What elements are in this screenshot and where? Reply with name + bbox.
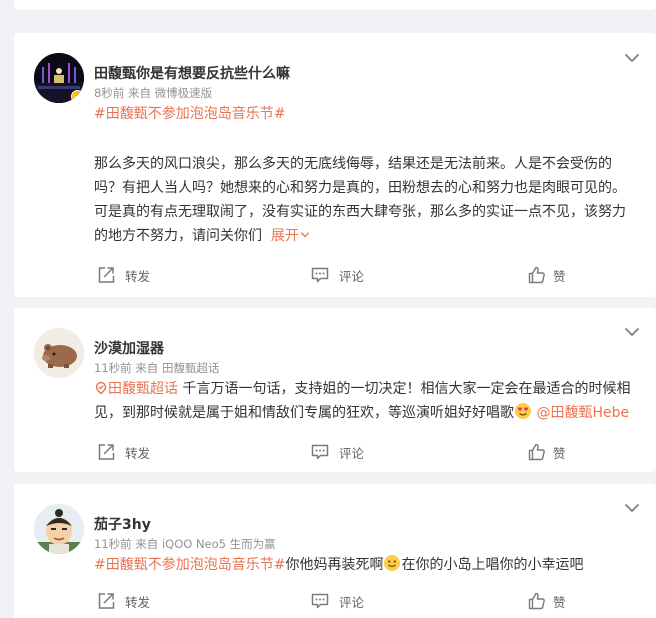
comment-icon (310, 442, 330, 462)
post-body: 那么多天的风口浪尖，那么多天的无底线侮辱，结果还是无法前来。人是不会受伤的吗？有… (94, 152, 634, 248)
verified-icon (71, 90, 84, 103)
post-source: iQOO Neo5 生而为赢 (161, 537, 276, 551)
like-icon (527, 265, 547, 285)
author-name[interactable]: 田馥甄你是有想要反抗些什么嘛 (94, 63, 290, 83)
comment-label: 评论 (339, 594, 365, 610)
expand-label: 展开 (270, 228, 299, 244)
avatar-image (34, 504, 84, 554)
comment-label: 评论 (339, 445, 365, 461)
chevron-down-icon[interactable] (624, 52, 640, 64)
post-body-text-b: 在你的小岛上唱你的小幸运吧 (401, 557, 584, 573)
mention-link[interactable]: @田馥甄Hebe (536, 405, 629, 421)
post-card: 茄子3hy 11秒前 来自 iQOO Neo5 生而为赢 #田馥甄不参加泡泡岛音… (14, 484, 656, 618)
expand-link[interactable]: 展开 (262, 228, 311, 244)
source-prefix: 来自 (127, 86, 151, 100)
post-body-text: 那么多天的风口浪尖，那么多天的无底线侮辱，结果还是无法前来。人是不会受伤的吗？有… (94, 156, 626, 244)
post-source: 微博极速版 (154, 86, 213, 100)
heart-eyes-emoji-icon (515, 403, 531, 419)
post-action-bar: 转发 评论 (14, 0, 656, 1)
post-time[interactable]: 8秒前 (94, 86, 124, 100)
share-button[interactable]: 转发 (96, 263, 150, 287)
post-meta: 11秒前 来自 iQOO Neo5 生而为赢 (94, 536, 276, 552)
like-button[interactable]: 赞 (527, 589, 566, 613)
supertopic-link[interactable]: 田馥甄超话 (94, 381, 178, 397)
source-prefix: 来自 (135, 361, 159, 375)
like-button[interactable]: 赞 (527, 440, 566, 464)
chevron-down-icon[interactable] (624, 326, 640, 338)
comment-label: 评论 (339, 268, 365, 284)
author-name[interactable]: 沙漠加湿器 (94, 338, 164, 358)
share-label: 转发 (125, 445, 151, 461)
post-topic: #田馥甄不参加泡泡岛音乐节# (94, 102, 634, 126)
comment-icon (310, 591, 330, 611)
topic-tag[interactable]: #田馥甄不参加泡泡岛音乐节# (94, 557, 285, 573)
like-button[interactable]: 赞 (527, 263, 566, 287)
avatar-image (34, 328, 84, 378)
comment-button[interactable]: 评论 (310, 0, 364, 1)
post-body-text-a: 你他妈再装死啊 (285, 557, 384, 573)
source-prefix: 来自 (135, 537, 159, 551)
like-label: 赞 (553, 445, 566, 461)
like-icon (527, 442, 547, 462)
topic-tag[interactable]: #田馥甄不参加泡泡岛音乐节# (94, 106, 285, 122)
share-button[interactable]: 转发 (96, 589, 150, 613)
share-icon (96, 442, 116, 462)
share-button[interactable]: 转发 (96, 0, 150, 1)
chevron-down-icon[interactable] (624, 502, 640, 514)
post-card: 沙漠加湿器 11秒前 来自 田馥甄超话 田馥甄超话 千言万语一句话，支持姐的一切… (14, 308, 656, 472)
previous-post-card: 转发 评论 (14, 0, 656, 10)
comment-button[interactable]: 评论 (310, 440, 364, 464)
post-body: 田馥甄超话 千言万语一句话，支持姐的一切决定！相信大家一定会在最适合的时候相见，… (94, 377, 634, 425)
expand-chevron-icon (300, 232, 310, 238)
post-body: #田馥甄不参加泡泡岛音乐节#你他妈再装死啊 在你的小岛上唱你的小幸运吧 (94, 553, 634, 577)
avatar[interactable] (34, 53, 84, 103)
post-meta: 8秒前 来自 微博极速版 (94, 85, 212, 101)
share-button[interactable]: 转发 (96, 440, 150, 464)
share-label: 转发 (125, 268, 151, 284)
post-source: 田馥甄超话 (161, 361, 220, 375)
avatar[interactable] (34, 504, 84, 554)
post-card: 田馥甄你是有想要反抗些什么嘛 8秒前 来自 微博极速版 #田馥甄不参加泡泡岛音乐… (14, 33, 656, 297)
like-icon (527, 591, 547, 611)
post-time[interactable]: 11秒前 (94, 537, 132, 551)
share-icon (96, 265, 116, 285)
supertopic-icon (95, 381, 107, 395)
post-action-bar: 转发 评论 赞 (14, 589, 656, 613)
comment-button[interactable]: 评论 (310, 263, 364, 287)
post-action-bar: 转发 评论 赞 (14, 263, 656, 287)
supertopic-label: 田馥甄超话 (108, 381, 178, 397)
comment-icon (310, 265, 330, 285)
comment-button[interactable]: 评论 (310, 589, 364, 613)
share-icon (96, 591, 116, 611)
like-label: 赞 (553, 268, 566, 284)
post-time[interactable]: 11秒前 (94, 361, 132, 375)
smile-emoji-icon (384, 555, 401, 571)
post-meta: 11秒前 来自 田馥甄超话 (94, 360, 219, 376)
author-name[interactable]: 茄子3hy (94, 514, 151, 534)
post-action-bar: 转发 评论 赞 (14, 440, 656, 464)
like-button[interactable] (527, 0, 553, 1)
share-label: 转发 (125, 594, 151, 610)
like-label: 赞 (553, 594, 566, 610)
avatar[interactable] (34, 328, 84, 378)
